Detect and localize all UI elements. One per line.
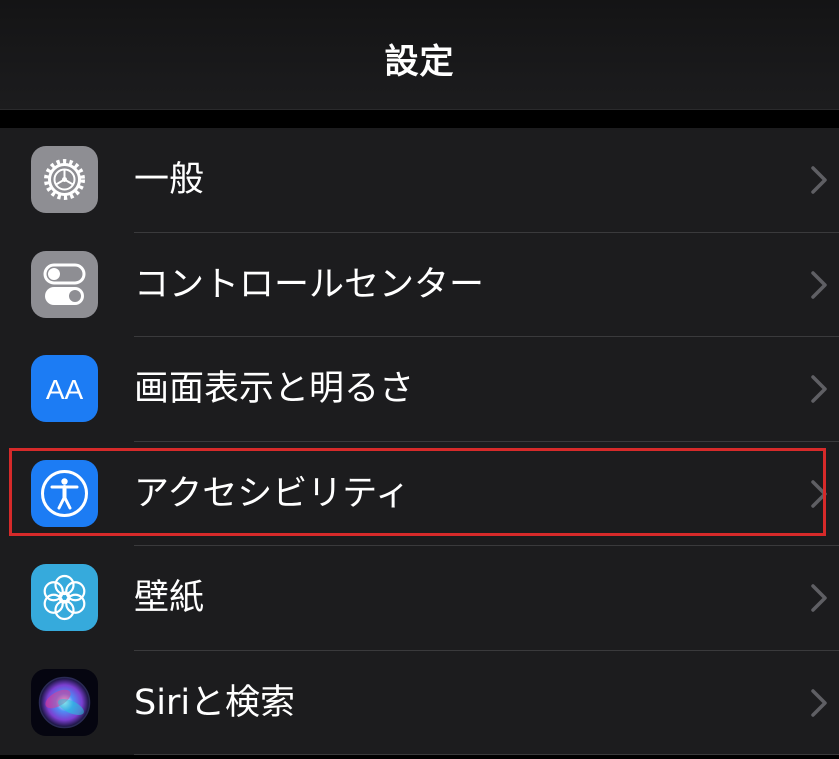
settings-row-display-brightness[interactable]: AA 画面表示と明るさ xyxy=(0,337,839,442)
settings-row-control-center[interactable]: コントロールセンター xyxy=(0,233,839,337)
row-divider xyxy=(134,754,839,755)
settings-row-label: Siriと検索 xyxy=(134,682,296,723)
chevron-right-icon xyxy=(809,269,829,301)
settings-row-general[interactable]: 一般 xyxy=(0,128,839,233)
toggles-icon xyxy=(31,250,98,318)
settings-row-siri-search[interactable]: Siriと検索 xyxy=(0,651,839,755)
chevron-right-icon xyxy=(809,164,829,196)
siri-icon xyxy=(31,668,98,736)
chevron-right-icon xyxy=(809,373,829,405)
settings-row-accessibility[interactable]: アクセシビリティ xyxy=(0,442,839,546)
page-title: 設定 xyxy=(384,42,455,82)
flower-icon xyxy=(31,564,98,631)
settings-list: 一般 コントロールセンター AA 画面表示と明るさ アクセシビリティ 壁紙 Si… xyxy=(0,128,839,755)
settings-row-label: アクセシビリティ xyxy=(134,473,411,514)
settings-screen: 設定 一般 コントロールセンター AA 画面表示と明るさ アクセシビリティ 壁紙… xyxy=(0,0,839,759)
text-size-icon: AA xyxy=(31,355,98,422)
chevron-right-icon xyxy=(809,478,829,510)
chevron-right-icon xyxy=(809,687,829,719)
settings-row-label: 画面表示と明るさ xyxy=(134,369,415,409)
navigation-bar: 設定 xyxy=(0,0,839,110)
settings-row-label: コントロールセンター xyxy=(134,264,485,305)
settings-row-label: 一般 xyxy=(134,160,205,200)
chevron-right-icon xyxy=(809,582,829,614)
text-size-icon-glyph: AA xyxy=(46,374,84,405)
gear-icon xyxy=(31,146,98,213)
settings-row-wallpaper[interactable]: 壁紙 xyxy=(0,546,839,651)
settings-row-label: 壁紙 xyxy=(134,578,205,618)
accessibility-icon xyxy=(31,459,98,527)
